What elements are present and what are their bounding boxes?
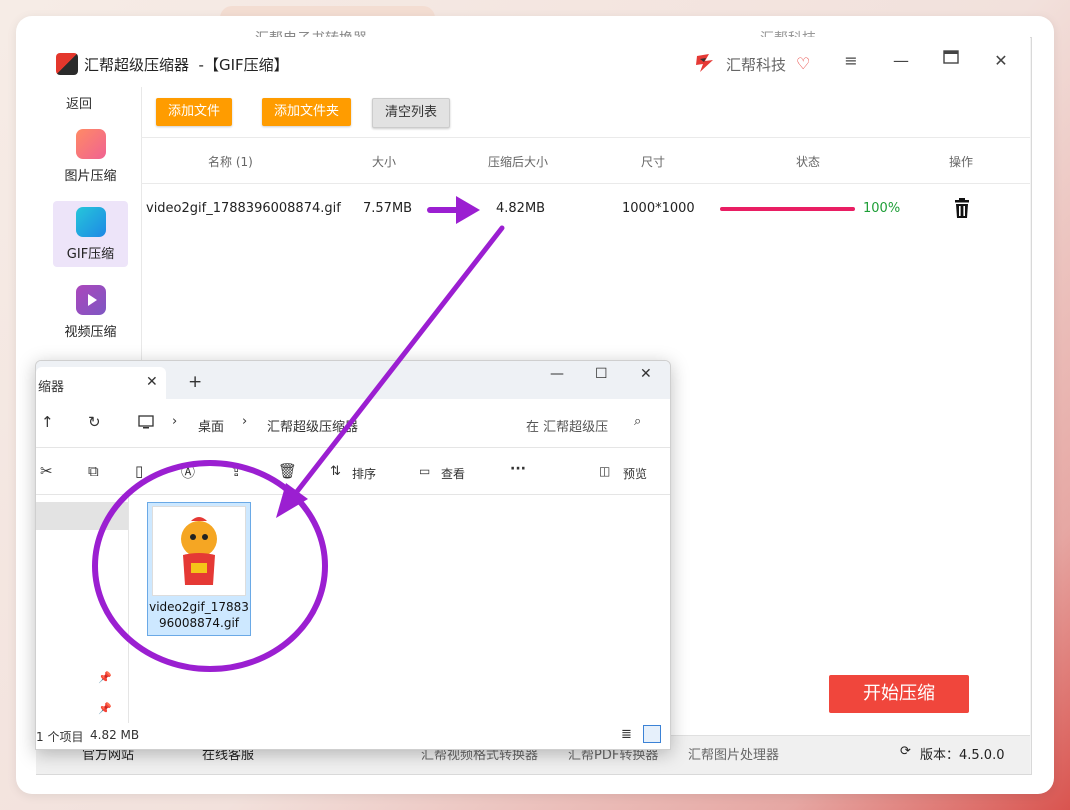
rename-icon[interactable]: Ⓐ xyxy=(181,462,195,482)
col-dims: 尺寸 xyxy=(641,155,666,169)
breadcrumb-desktop[interactable]: 桌面 xyxy=(198,416,224,435)
progress-percent: 100% xyxy=(863,201,901,216)
more-button[interactable]: ··· xyxy=(510,461,526,477)
paste-icon[interactable]: ▯ xyxy=(135,462,143,480)
nav-item-selected[interactable] xyxy=(36,502,128,530)
col-name: 名称 (1) xyxy=(208,155,253,169)
file-name-cell: video2gif_1788396008874.gif xyxy=(146,201,341,216)
selected-size: 4.82 MB xyxy=(90,728,140,742)
col-compressed: 压缩后大小 xyxy=(488,155,549,169)
item-count: 1 个项目 xyxy=(36,730,84,744)
compressed-size-cell: 4.82MB xyxy=(496,201,546,216)
image-icon xyxy=(76,129,106,159)
cut-icon[interactable]: ✂ xyxy=(40,462,53,480)
pin-icon: 📌 xyxy=(98,671,112,684)
refresh-icon[interactable]: ⟳ xyxy=(900,744,911,759)
breadcrumb-chevron-icon: › xyxy=(172,414,178,429)
tab-close-icon[interactable]: ✕ xyxy=(146,374,158,390)
refresh-icon[interactable]: ↻ xyxy=(88,413,101,431)
tiles-view-icon[interactable] xyxy=(643,725,661,743)
computer-icon xyxy=(138,415,154,429)
new-tab-icon[interactable]: + xyxy=(188,372,202,392)
sidebar-item-label: 视频压缩 xyxy=(64,325,117,340)
share-icon[interactable]: ⇪ xyxy=(230,462,243,480)
view-button[interactable]: 查看 xyxy=(441,465,465,482)
close-icon[interactable]: ✕ xyxy=(991,51,1011,70)
video-icon xyxy=(76,285,106,315)
preview-button[interactable]: 预览 xyxy=(623,465,647,482)
details-view-icon[interactable]: ≣ xyxy=(621,727,632,742)
sidebar-item-label: GIF压缩 xyxy=(66,247,115,262)
delete-icon[interactable]: 🗑 xyxy=(278,462,297,480)
maximize-icon[interactable] xyxy=(941,49,961,69)
sidebar-item-video[interactable]: 视频压缩 xyxy=(53,279,128,345)
menu-icon[interactable]: ≡ xyxy=(841,51,861,70)
view-icon[interactable]: ▭ xyxy=(419,464,430,478)
brand-logo-icon xyxy=(696,54,713,72)
title-bar: 汇帮超级压缩器 -【GIF压缩】 汇帮科技 ♡ ≡ — ✕ xyxy=(36,37,1030,87)
file-size-cell: 7.57MB xyxy=(363,201,413,216)
file-name-label: video2gif_1788396008874.gif xyxy=(149,600,249,630)
sort-icon[interactable]: ⇅ xyxy=(330,464,341,479)
copy-icon[interactable]: ⧉ xyxy=(88,462,99,480)
explorer-minimize-icon[interactable]: — xyxy=(550,366,564,382)
sort-button[interactable]: 排序 xyxy=(352,465,376,482)
add-file-button[interactable]: 添加文件 xyxy=(156,98,233,126)
col-size: 大小 xyxy=(372,155,397,169)
add-folder-button[interactable]: 添加文件夹 xyxy=(262,98,352,126)
version-label: 版本：4.5.0.0 xyxy=(920,748,1005,763)
col-action: 操作 xyxy=(949,155,974,169)
breadcrumb-chevron-icon: › xyxy=(242,414,248,429)
divider xyxy=(141,137,1030,138)
app-logo-icon xyxy=(56,53,78,75)
explorer-maximize-icon[interactable]: ☐ xyxy=(595,366,608,382)
gif-icon xyxy=(76,207,106,237)
progress-bar xyxy=(720,207,855,211)
explorer-tab-label: 缩器 xyxy=(38,380,65,395)
sidebar-item-label: 图片压缩 xyxy=(64,169,117,184)
preview-icon[interactable]: ◫ xyxy=(599,464,610,478)
clear-list-button[interactable]: 清空列表 xyxy=(372,98,451,128)
brand-name: 汇帮科技 xyxy=(726,56,787,74)
back-button[interactable]: 返回 xyxy=(66,93,92,112)
up-icon[interactable]: ↑ xyxy=(41,413,54,431)
gif-thumbnail xyxy=(152,506,246,596)
col-status: 状态 xyxy=(796,155,821,169)
sidebar-item-gif[interactable]: GIF压缩 xyxy=(53,201,128,267)
app-link-image[interactable]: 汇帮图片处理器 xyxy=(688,744,779,763)
delete-icon[interactable] xyxy=(951,197,973,219)
search-icon[interactable]: ⌕ xyxy=(634,414,641,429)
breadcrumb-folder[interactable]: 汇帮超级压缩器 xyxy=(267,416,358,435)
file-explorer-window: 缩器 ✕ + — ☐ ✕ ↑ ↻ › 桌面 › 汇帮超级压缩器 在 汇帮超级压 … xyxy=(35,360,671,750)
search-input[interactable]: 在 汇帮超级压 xyxy=(526,416,608,435)
explorer-close-icon[interactable]: ✕ xyxy=(640,366,652,382)
start-compress-button[interactable]: 开始压缩 xyxy=(829,675,969,713)
pin-icon: 📌 xyxy=(98,702,112,715)
app-title: 汇帮超级压缩器 -【GIF压缩】 xyxy=(84,56,289,74)
sidebar-item-image[interactable]: 图片压缩 xyxy=(53,123,128,189)
tiger-mascot-icon xyxy=(181,517,217,585)
minimize-icon[interactable]: — xyxy=(891,51,911,70)
divider xyxy=(141,183,1030,184)
dimensions-cell: 1000*1000 xyxy=(622,201,695,216)
vip-heart-icon[interactable]: ♡ xyxy=(796,54,810,73)
